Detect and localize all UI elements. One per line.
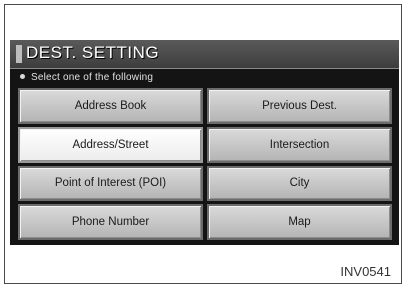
destination-options-grid: Address Book Previous Dest. Address/Stre… (18, 88, 392, 240)
screen-title: DEST. SETTING (26, 43, 160, 62)
previous-destination-button[interactable]: Previous Dest. (207, 88, 392, 124)
intersection-button[interactable]: Intersection (207, 126, 392, 163)
address-street-button[interactable]: Address/Street (18, 126, 203, 163)
title-bar: DEST. SETTING (10, 40, 399, 69)
point-of-interest-button[interactable]: Point of Interest (POI) (18, 165, 203, 202)
navigation-screen: DEST. SETTING Select one of the followin… (10, 40, 399, 245)
title-accent-bar (16, 45, 22, 63)
figure-code-label: INV0541 (340, 264, 391, 279)
city-button[interactable]: City (207, 165, 392, 202)
bullet-icon (20, 73, 25, 79)
instruction-text: Select one of the following (31, 72, 154, 83)
map-button[interactable]: Map (207, 204, 392, 240)
phone-number-button[interactable]: Phone Number (18, 204, 203, 240)
address-book-button[interactable]: Address Book (18, 88, 203, 124)
figure-frame: DEST. SETTING Select one of the followin… (4, 4, 402, 284)
instruction-prompt: Select one of the following (20, 72, 153, 83)
